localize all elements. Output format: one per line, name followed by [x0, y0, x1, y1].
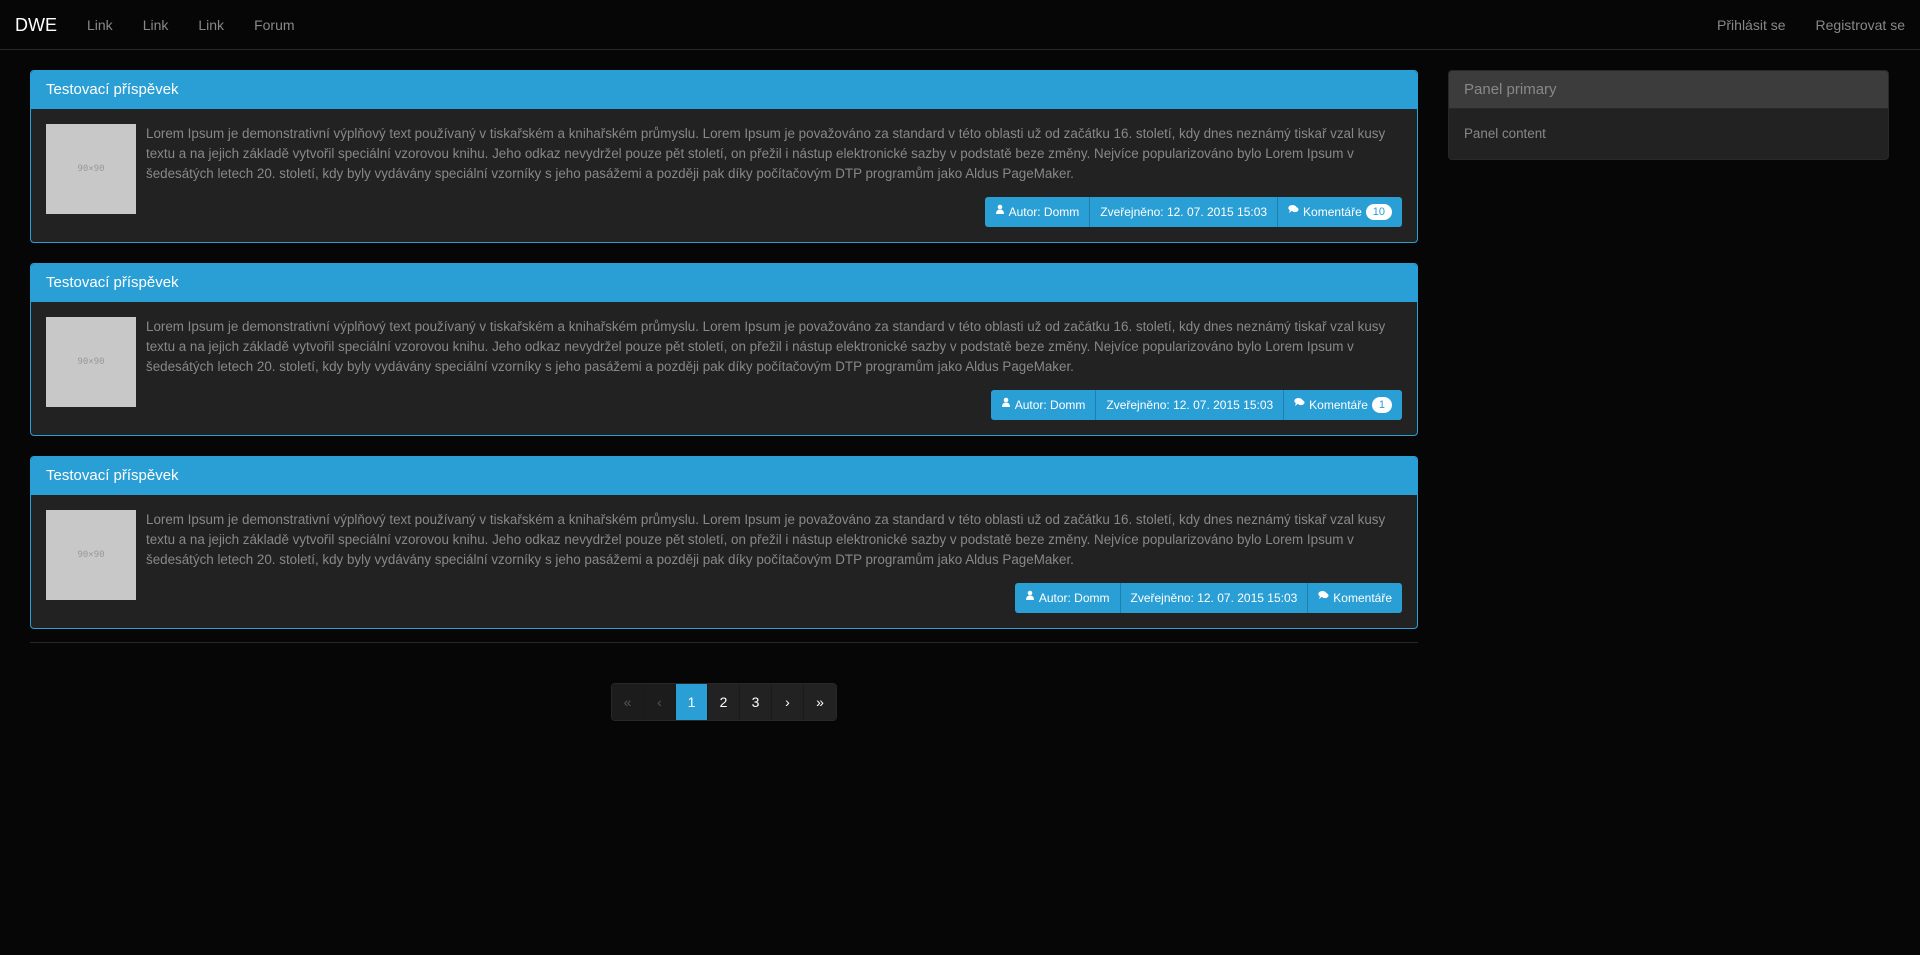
- nav-links: Link Link Link Forum: [72, 0, 310, 50]
- comments-icon: [1318, 583, 1329, 613]
- post-title[interactable]: Testovací příspěvek: [31, 71, 1417, 109]
- author-label: Autor: Domm: [1014, 398, 1086, 412]
- brand-logo[interactable]: DWE: [0, 0, 72, 50]
- comments-button[interactable]: Komentáře: [1308, 583, 1402, 613]
- post-meta: Autor: Domm Zveřejněno: 12. 07. 2015 15:…: [1014, 583, 1402, 613]
- pagination-page-1[interactable]: 1: [676, 684, 708, 720]
- comments-count-badge: 10: [1365, 204, 1392, 220]
- nav-link-1[interactable]: Link: [72, 0, 128, 50]
- comments-label: Komentáře: [1309, 398, 1368, 412]
- post-title[interactable]: Testovací příspěvek: [31, 457, 1417, 495]
- navbar: DWE Link Link Link Forum Přihlásit se Re…: [0, 0, 1920, 50]
- post-card: Testovací příspěvek 90×90 Lorem Ipsum je…: [30, 456, 1418, 629]
- author-label: Autor: Domm: [1038, 591, 1110, 605]
- panel-content: Panel content: [1464, 126, 1546, 141]
- pagination-prev[interactable]: ‹: [644, 684, 676, 720]
- user-icon: [995, 197, 1005, 227]
- post-text: Lorem Ipsum je demonstrativní výplňový t…: [146, 512, 1386, 567]
- comments-button[interactable]: Komentáře 1: [1284, 390, 1402, 420]
- post-text: Lorem Ipsum je demonstrativní výplňový t…: [146, 126, 1386, 181]
- post-thumbnail: 90×90: [46, 317, 136, 407]
- nav-link-forum[interactable]: Forum: [239, 0, 309, 50]
- author-button[interactable]: Autor: Domm: [984, 197, 1091, 227]
- nav-link-3[interactable]: Link: [183, 0, 239, 50]
- comments-label: Komentáře: [1303, 205, 1362, 219]
- post-thumbnail: 90×90: [46, 510, 136, 600]
- pagination-next[interactable]: ›: [772, 684, 804, 720]
- author-button[interactable]: Autor: Domm: [990, 390, 1097, 420]
- pagination-first[interactable]: «: [612, 684, 644, 720]
- content-divider: [30, 642, 1418, 643]
- published-button[interactable]: Zveřejněno: 12. 07. 2015 15:03: [1096, 390, 1285, 420]
- comments-icon: [1294, 390, 1305, 420]
- pagination-page-2[interactable]: 2: [708, 684, 740, 720]
- register-link[interactable]: Registrovat se: [1801, 0, 1920, 50]
- user-icon: [1001, 390, 1011, 420]
- pagination-page-3[interactable]: 3: [740, 684, 772, 720]
- pagination-last[interactable]: »: [804, 684, 836, 720]
- post-meta: Autor: Domm Zveřejněno: 12. 07. 2015 15:…: [990, 390, 1402, 420]
- published-button[interactable]: Zveřejněno: 12. 07. 2015 15:03: [1120, 583, 1309, 613]
- post-body: 90×90 Lorem Ipsum je demonstrativní výpl…: [31, 109, 1417, 242]
- panel-title: Panel primary: [1449, 71, 1888, 109]
- nav-link-2[interactable]: Link: [128, 0, 184, 50]
- published-label: Zveřejněno: 12. 07. 2015 15:03: [1100, 205, 1268, 219]
- post-thumbnail: 90×90: [46, 124, 136, 214]
- post-meta: Autor: Domm Zveřejněno: 12. 07. 2015 15:…: [984, 197, 1402, 227]
- post-card: Testovací příspěvek 90×90 Lorem Ipsum je…: [30, 263, 1418, 436]
- login-link[interactable]: Přihlásit se: [1702, 0, 1800, 50]
- nav-account: Přihlásit se Registrovat se: [1702, 0, 1920, 50]
- comments-label: Komentáře: [1333, 591, 1392, 605]
- author-label: Autor: Domm: [1008, 205, 1080, 219]
- posts-list: Testovací příspěvek 90×90 Lorem Ipsum je…: [30, 70, 1418, 649]
- post-card: Testovací příspěvek 90×90 Lorem Ipsum je…: [30, 70, 1418, 243]
- author-button[interactable]: Autor: Domm: [1014, 583, 1121, 613]
- comments-icon: [1288, 197, 1299, 227]
- side-panel: Panel primary Panel content: [1448, 70, 1889, 160]
- post-body: 90×90 Lorem Ipsum je demonstrativní výpl…: [31, 495, 1417, 628]
- post-text: Lorem Ipsum je demonstrativní výplňový t…: [146, 319, 1386, 374]
- post-body: 90×90 Lorem Ipsum je demonstrativní výpl…: [31, 302, 1417, 435]
- published-label: Zveřejněno: 12. 07. 2015 15:03: [1106, 398, 1274, 412]
- published-label: Zveřejněno: 12. 07. 2015 15:03: [1130, 591, 1298, 605]
- post-title[interactable]: Testovací příspěvek: [31, 264, 1417, 302]
- pagination: « ‹ 1 2 3 › »: [611, 683, 837, 721]
- comments-count-badge: 1: [1371, 397, 1392, 413]
- comments-button[interactable]: Komentáře 10: [1278, 197, 1402, 227]
- published-button[interactable]: Zveřejněno: 12. 07. 2015 15:03: [1090, 197, 1279, 227]
- user-icon: [1025, 583, 1035, 613]
